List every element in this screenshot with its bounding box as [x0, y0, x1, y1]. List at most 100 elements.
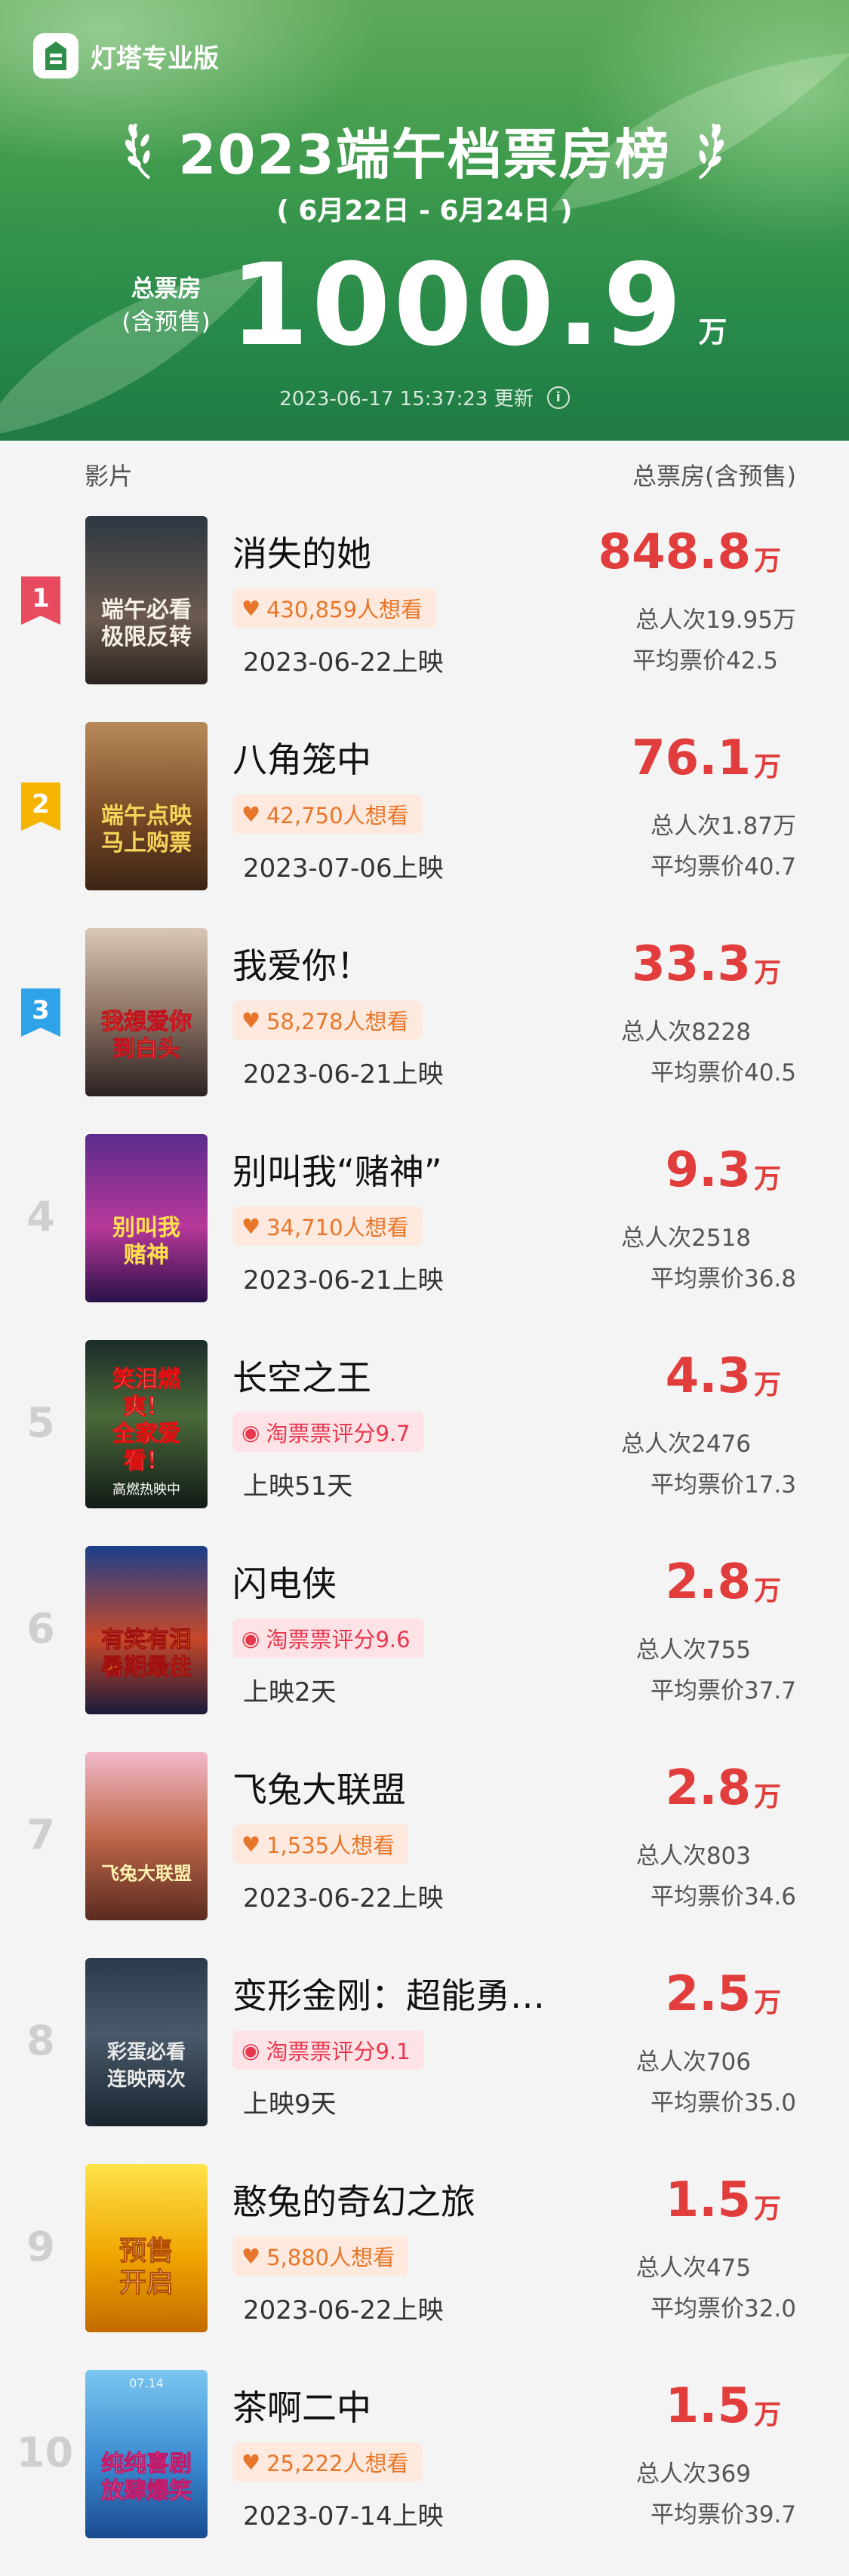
total-box-office: 总票房 (含预售) 1000.9 万 [0, 249, 849, 362]
update-time-row: 2023-06-17 15:37:23 更新 i [0, 383, 849, 411]
rank-number: 7 [26, 1811, 55, 1858]
box-office-value: 4.3 [665, 1348, 751, 1404]
poster-date: 07.14 [129, 2376, 164, 2390]
movie-poster[interactable]: 端午必看 极限反转 [85, 516, 208, 684]
total-viewers: 总人次369 [635, 2461, 751, 2488]
taopiaopiao-icon: ◉ [241, 1625, 260, 1651]
box-office-value: 1.5 [665, 2172, 751, 2228]
movie-poster[interactable]: 预售 开启 [85, 2164, 208, 2332]
movie-poster[interactable]: 07.14 纯纯喜剧 放肆爆笑 [85, 2370, 208, 2538]
average-price: 平均票价39.7 [650, 2501, 796, 2528]
average-price: 平均票价37.7 [650, 1677, 796, 1705]
average-price: 平均票价40.7 [650, 853, 796, 881]
movie-title[interactable]: 八角笼中 [232, 733, 371, 782]
column-film: 影片 [85, 462, 134, 490]
movie-poster[interactable]: 飞兔大联盟 [85, 1752, 208, 1920]
box-office: 1.5 万 [666, 2176, 781, 2224]
box-office-value: 848.8 [598, 524, 751, 580]
average-price: 平均票价32.0 [650, 2295, 796, 2322]
movie-title[interactable]: 憨兔的奇幻之旅 [232, 2175, 475, 2224]
movie-row[interactable]: 9 预售 开启 憨兔的奇幻之旅 ♥ 5,880人想看 2023-06-22上映 1.… [0, 2164, 849, 2370]
heart-icon: ♥ [241, 1831, 261, 1857]
total-viewers: 总人次2476 [621, 1431, 751, 1458]
rank-number: 10 [17, 2429, 74, 2476]
laurel-right-icon [698, 123, 724, 180]
total-viewers: 总人次803 [635, 1843, 751, 1870]
movie-title[interactable]: 我爱你！ [232, 939, 371, 988]
column-box-office[interactable]: 总票房(含预售) [632, 457, 796, 492]
release-date: 2023-07-14上映 [243, 2501, 444, 2531]
movie-row[interactable]: 1 端午必看 极限反转 消失的她 ♥ 430,859人想看 2023-06-22上映… [0, 516, 849, 722]
average-price: 平均票价36.8 [650, 1265, 796, 1293]
laurel-left-icon [125, 123, 151, 180]
movie-poster[interactable]: 彩蛋必看 连映两次 [85, 1958, 208, 2126]
box-office: 848.8 万 [598, 528, 781, 576]
poster-text: 彩蛋必看 连映两次 [106, 2041, 186, 2091]
average-price: 平均票价35.0 [650, 2089, 796, 2116]
heart-icon: ♥ [241, 2449, 261, 2475]
movie-row[interactable]: 4 别叫我 赌神 别叫我“赌神” ♥ 34,710人想看 2023-06-21上映 … [0, 1134, 849, 1340]
movie-poster[interactable]: 我想爱你 到白头 [85, 928, 208, 1096]
box-office: 2.5 万 [666, 1970, 781, 2018]
rank-number: 8 [26, 2017, 55, 2064]
header-banner: 灯塔专业版 2023端午档票房榜 ( 6月22日 - 6月24日 ) 总票房 (… [0, 0, 849, 441]
movie-row[interactable]: 7 飞兔大联盟 飞兔大联盟 ♥ 1,535人想看 2023-06-22上映 2.8… [0, 1752, 849, 1958]
movie-row[interactable]: 3 我想爱你 到白头 我爱你！ ♥ 58,278人想看 2023-06-21上映 3… [0, 928, 849, 1134]
box-office-unit: 万 [753, 1575, 781, 1606]
release-date: 2023-06-22上映 [243, 647, 444, 678]
poster-text: 我想爱你 到白头 [101, 1009, 192, 1063]
release-date: 2023-06-21上映 [243, 1059, 444, 1090]
box-office-value: 2.8 [665, 1554, 751, 1610]
heart-icon: ♥ [241, 2243, 261, 2269]
want-to-see-tag: ♥ 1,535人想看 [232, 1824, 409, 1864]
movie-title[interactable]: 闪电侠 [232, 1557, 337, 1606]
box-office-unit: 万 [753, 2399, 781, 2430]
movie-title[interactable]: 长空之王 [232, 1351, 371, 1400]
release-days: 上映51天 [243, 1471, 353, 1502]
rating-text: 淘票票评分9.7 [266, 1421, 411, 1446]
box-office-value: 33.3 [632, 936, 751, 992]
box-office-unit: 万 [753, 958, 781, 988]
poster-text: 纯纯喜剧 放肆爆笑 [101, 2451, 192, 2505]
info-icon[interactable]: i [546, 386, 570, 409]
rank-number: 3 [32, 995, 50, 1025]
movie-poster[interactable]: 端午点映 马上购票 [85, 722, 208, 890]
movie-title[interactable]: 变形金刚：超能勇… [232, 1969, 545, 2018]
box-office-unit: 万 [753, 1369, 781, 1400]
movie-row[interactable]: 10 07.14 纯纯喜剧 放肆爆笑 茶啊二中 ♥ 25,222人想看 2023-0… [0, 2370, 849, 2576]
rating-tag: ◉ 淘票票评分9.1 [232, 2030, 424, 2070]
box-office: 33.3 万 [632, 940, 781, 988]
average-price: 平均票价40.5 [650, 1059, 796, 1087]
box-office-value: 76.1 [632, 730, 751, 786]
want-to-see-count: 58,278人想看 [266, 1009, 409, 1034]
movie-title[interactable]: 消失的她 [232, 527, 371, 576]
movie-row[interactable]: 6 有笑有泪 暑期最佳 闪电侠 ◉ 淘票票评分9.6 上映2天 2.8 万 总人次75… [0, 1546, 849, 1752]
movie-row[interactable]: 5 笑泪燃爽！ 全家爱看！ 高燃热映中 长空之王 ◉ 淘票票评分9.7 上映51天 … [0, 1340, 849, 1546]
rank-badge-2: 2 [21, 782, 60, 831]
update-time: 2023-06-17 15:37:23 更新 [279, 388, 534, 410]
movie-poster[interactable]: 别叫我 赌神 [85, 1134, 208, 1302]
want-to-see-count: 1,535人想看 [266, 1833, 395, 1858]
movie-row[interactable]: 2 端午点映 马上购票 八角笼中 ♥ 42,750人想看 2023-07-06上映 … [0, 722, 849, 928]
release-days: 上映9天 [243, 2089, 337, 2120]
app-brand: 灯塔专业版 [33, 33, 219, 78]
movie-title[interactable]: 茶啊二中 [232, 2381, 371, 2430]
total-unit: 万 [698, 315, 727, 349]
app-name: 灯塔专业版 [91, 43, 219, 74]
movie-poster[interactable]: 笑泪燃爽！ 全家爱看！ 高燃热映中 [85, 1340, 208, 1508]
movie-poster[interactable]: 有笑有泪 暑期最佳 [85, 1546, 208, 1714]
box-office-value: 2.8 [665, 1760, 751, 1816]
rank-number: 6 [26, 1605, 55, 1652]
movie-title[interactable]: 飞兔大联盟 [232, 1763, 406, 1812]
movie-row[interactable]: 8 彩蛋必看 连映两次 变形金刚：超能勇… ◉ 淘票票评分9.1 上映9天 2.5 万… [0, 1958, 849, 2164]
want-to-see-tag: ♥ 25,222人想看 [232, 2442, 423, 2482]
box-office: 2.8 万 [666, 1764, 781, 1812]
movie-title[interactable]: 别叫我“赌神” [232, 1145, 442, 1194]
box-office-unit: 万 [753, 1781, 781, 1812]
poster-text: 飞兔大联盟 [101, 1863, 192, 1884]
box-office: 9.3 万 [666, 1146, 781, 1194]
want-to-see-tag: ♥ 5,880人想看 [232, 2236, 409, 2276]
rank-number: 9 [26, 2223, 55, 2270]
total-label: 总票房 (含预售) [122, 272, 210, 339]
poster-text: 端午点映 马上购票 [101, 803, 192, 856]
